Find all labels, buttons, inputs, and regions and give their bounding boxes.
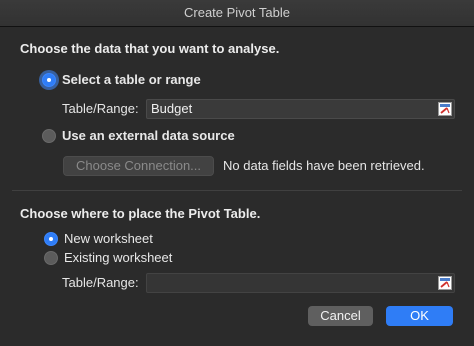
external-data-source-radio[interactable] bbox=[42, 128, 56, 143]
source-section-heading: Choose the data that you want to analyse… bbox=[20, 41, 280, 56]
select-table-range-option[interactable]: Select a table or range bbox=[42, 72, 201, 87]
range-select-icon[interactable] bbox=[438, 102, 452, 116]
existing-worksheet-label: Existing worksheet bbox=[64, 250, 173, 265]
connection-status-text: No data fields have been retrieved. bbox=[223, 158, 425, 173]
choose-connection-button[interactable]: Choose Connection... bbox=[63, 156, 214, 176]
destination-range-input[interactable] bbox=[146, 273, 455, 293]
existing-worksheet-option[interactable]: Existing worksheet bbox=[44, 250, 172, 265]
section-divider bbox=[12, 190, 462, 191]
range-select-icon[interactable] bbox=[438, 276, 452, 290]
ok-button[interactable]: OK bbox=[386, 306, 453, 326]
window-title: Create Pivot Table bbox=[184, 5, 290, 20]
source-range-input[interactable]: Budget bbox=[146, 99, 455, 119]
source-range-value: Budget bbox=[151, 101, 193, 116]
window-titlebar: Create Pivot Table bbox=[0, 0, 474, 27]
placement-section-heading: Choose where to place the Pivot Table. bbox=[20, 206, 261, 221]
external-data-source-label: Use an external data source bbox=[62, 128, 235, 143]
existing-worksheet-radio[interactable] bbox=[44, 250, 58, 265]
new-worksheet-radio[interactable] bbox=[44, 231, 58, 246]
external-data-source-option[interactable]: Use an external data source bbox=[42, 128, 235, 143]
select-table-range-label: Select a table or range bbox=[62, 72, 201, 87]
new-worksheet-label: New worksheet bbox=[64, 231, 153, 246]
new-worksheet-option[interactable]: New worksheet bbox=[44, 231, 153, 246]
select-table-range-radio[interactable] bbox=[42, 72, 56, 87]
create-pivot-table-dialog: Choose the data that you want to analyse… bbox=[0, 27, 474, 346]
cancel-button[interactable]: Cancel bbox=[308, 306, 373, 326]
destination-range-label: Table/Range: bbox=[62, 275, 139, 290]
source-range-label: Table/Range: bbox=[62, 101, 139, 116]
